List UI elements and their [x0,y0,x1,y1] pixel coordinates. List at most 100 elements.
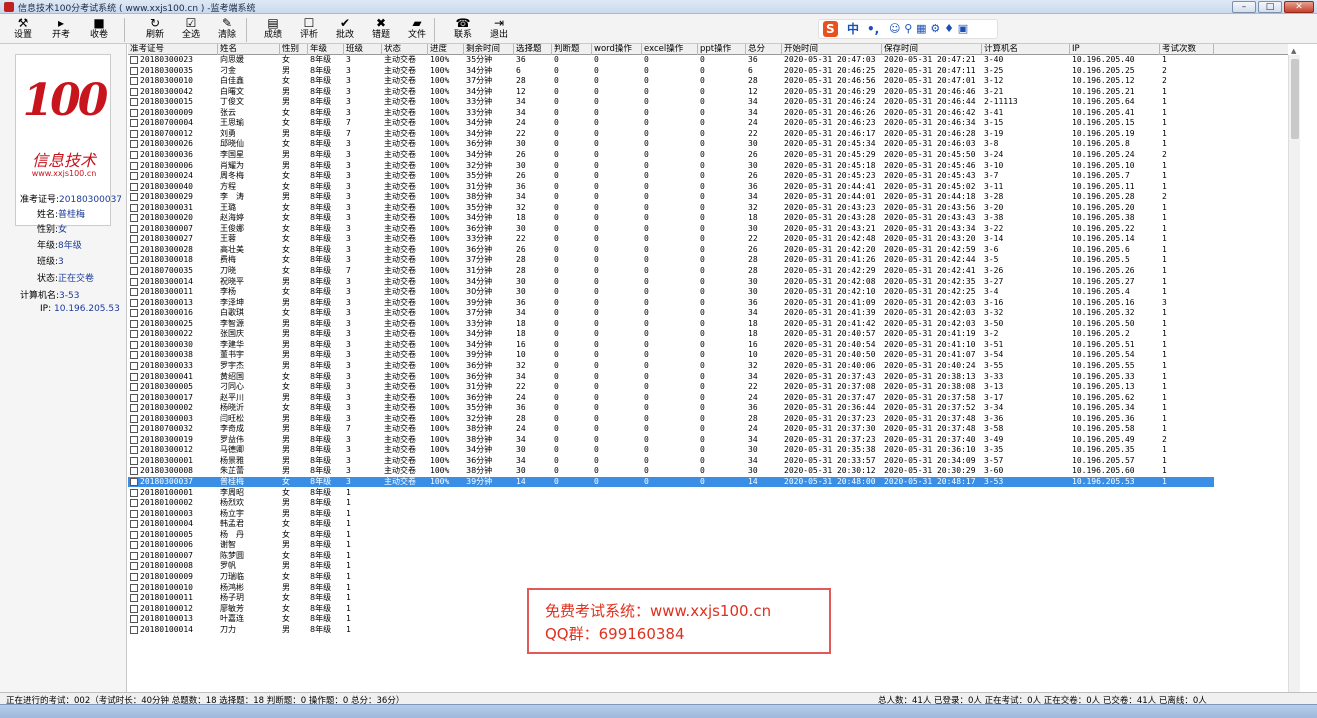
row-checkbox[interactable] [130,530,138,539]
table-row[interactable]: 20180700032 李奇成 男 8年级 7 主动交卷 100% 38分钟 24 0 0 0 0 24 2… [128,424,1214,434]
column-header[interactable]: 开始时间 [782,44,882,55]
wrong-questions-button[interactable]: ✖ 错题 [362,16,400,44]
row-checkbox[interactable] [130,572,138,581]
row-checkbox[interactable] [130,56,138,64]
ime-tool-icons[interactable]: ☺ ⚲ ▦ ⚙ ♦ ▣ [889,21,968,37]
column-header[interactable]: 进度 [428,44,464,55]
table-row[interactable]: 20180100005 杨 丹 女 8年级 1 [128,530,1214,540]
row-checkbox[interactable] [130,509,138,518]
row-checkbox[interactable] [130,267,138,275]
table-row[interactable]: 20180300040 方程 女 8年级 3 主动交卷 100% 31分钟 36 0 0 0 0 36 20… [128,182,1214,192]
row-checkbox[interactable] [130,140,138,149]
table-row[interactable]: 20180300038 董书宇 男 8年级 3 主动交卷 100% 39分钟 10 0 0 0 0 10 2… [128,350,1214,360]
table-row[interactable]: 20180300020 赵海婷 女 8年级 3 主动交卷 100% 34分钟 18 0 0 0 0 18 2… [128,213,1214,223]
row-checkbox[interactable] [130,456,138,465]
column-header[interactable]: 判断题 [552,44,592,55]
row-checkbox[interactable] [130,319,138,328]
column-header[interactable]: IP [1070,44,1160,55]
column-header[interactable]: excel操作 [642,44,698,55]
row-checkbox[interactable] [130,66,138,75]
table-row[interactable]: 20180300008 朱芷蕾 男 8年级 3 主动交卷 100% 38分钟 30 0 0 0 0 30 2… [128,466,1214,476]
row-checkbox[interactable] [130,446,138,455]
table-row[interactable]: 20180100009 刀瑞临 女 8年级 1 [128,572,1214,582]
table-row[interactable]: 20180300010 白佳鑫 女 8年级 3 主动交卷 100% 37分钟 28 0 0 0 0 28 2… [128,76,1214,86]
table-row[interactable]: 20180300005 刁同心 女 8年级 3 主动交卷 100% 31分钟 22 0 0 0 0 22 2… [128,382,1214,392]
analysis-button[interactable]: ☐ 评析 [290,16,328,44]
column-header[interactable]: 选择题 [514,44,552,55]
row-checkbox[interactable] [130,414,138,423]
row-checkbox[interactable] [130,108,138,117]
row-checkbox[interactable] [130,98,138,107]
minimize-button[interactable]: – [1232,1,1256,13]
row-checkbox[interactable] [130,161,138,170]
row-checkbox[interactable] [130,119,138,128]
table-row[interactable]: 20180300019 罗益伟 男 8年级 3 主动交卷 100% 38分钟 34 0 0 0 0 34 2… [128,435,1214,445]
row-checkbox[interactable] [130,309,138,318]
column-header[interactable]: 性别 [280,44,308,55]
row-checkbox[interactable] [130,277,138,286]
table-row[interactable]: 20180300028 高壮美 女 8年级 3 主动交卷 100% 36分钟 26 0 0 0 0 26 2… [128,245,1214,255]
column-header[interactable]: 计算机名 [982,44,1070,55]
row-checkbox[interactable] [130,478,138,486]
row-checkbox[interactable] [130,224,138,233]
close-button[interactable]: ✕ [1284,1,1314,13]
row-checkbox[interactable] [130,615,138,624]
row-checkbox[interactable] [130,551,138,560]
table-row[interactable]: 20180300036 李国星 男 8年级 3 主动交卷 100% 34分钟 26 0 0 0 0 26 2… [128,150,1214,160]
table-row[interactable]: 20180100003 杨立宇 男 8年级 1 [128,509,1214,519]
ime-brand-icon[interactable]: S [823,21,838,37]
column-header[interactable]: 保存时间 [882,44,982,55]
maximize-button[interactable]: □ [1258,1,1282,13]
scroll-up-icon[interactable]: ▲ [1291,47,1296,55]
row-checkbox[interactable] [130,351,138,360]
column-header[interactable]: 状态 [382,44,428,55]
row-checkbox[interactable] [130,425,138,434]
row-checkbox[interactable] [130,150,138,159]
column-header[interactable]: ppt操作 [698,44,746,55]
column-header[interactable]: 准考证号 [128,44,218,55]
row-checkbox[interactable] [130,467,138,476]
row-checkbox[interactable] [130,393,138,402]
ime-punct[interactable]: •, [867,21,879,37]
row-checkbox[interactable] [130,193,138,202]
table-row[interactable]: 20180700012 刘勇 男 8年级 7 主动交卷 100% 34分钟 22 0 0 0 0 22 20… [128,129,1214,139]
row-checkbox[interactable] [130,298,138,307]
row-checkbox[interactable] [130,604,138,613]
table-row[interactable]: 20180100002 杨烈欢 男 8年级 1 [128,498,1214,508]
table-row[interactable]: 20180300007 王俊娜 女 8年级 3 主动交卷 100% 36分钟 30 0 0 0 0 30 2… [128,224,1214,234]
row-checkbox[interactable] [130,499,138,508]
row-checkbox[interactable] [130,182,138,191]
row-checkbox[interactable] [130,541,138,550]
table-row[interactable]: 20180300009 张云 女 8年级 3 主动交卷 100% 33分钟 34 0 0 0 0 34 20… [128,108,1214,118]
files-button[interactable]: ▰ 文件 [398,16,436,44]
row-checkbox[interactable] [130,172,138,181]
clear-button[interactable]: ✎ 清除 [208,16,246,44]
table-row[interactable]: 20180300011 李杨 女 8年级 3 主动交卷 100% 30分钟 30 0 0 0 0 30 20… [128,287,1214,297]
row-checkbox[interactable] [130,129,138,138]
table-row[interactable]: 20180300001 杨景雅 男 8年级 3 主动交卷 100% 36分钟 34 0 0 0 0 34 2… [128,456,1214,466]
row-checkbox[interactable] [130,361,138,370]
row-checkbox[interactable] [130,214,138,223]
row-checkbox[interactable] [130,87,138,96]
table-row[interactable]: 20180300012 马德卿 男 8年级 3 主动交卷 100% 34分钟 30 0 0 0 0 30 2… [128,445,1214,455]
table-row[interactable]: 20180300018 费梅 女 8年级 3 主动交卷 100% 37分钟 28 0 0 0 0 28 20… [128,255,1214,265]
row-checkbox[interactable] [130,404,138,413]
table-row[interactable]: 20180300035 刁金 男 8年级 3 主动交卷 100% 34分钟 6 0 0 0 0 6 2020… [128,66,1214,76]
table-row[interactable]: 20180300025 李智源 男 8年级 3 主动交卷 100% 33分钟 18 0 0 0 0 18 2… [128,319,1214,329]
column-header[interactable]: word操作 [592,44,642,55]
settings-button[interactable]: ⚒ 设置 [4,16,42,44]
column-header[interactable]: 考试次数 [1160,44,1214,55]
start-exam-button[interactable]: ▸ 开考 [42,16,80,44]
table-row[interactable]: 20180700004 王思瑜 女 8年级 7 主动交卷 100% 34分钟 24 0 0 0 0 24 2… [128,118,1214,128]
table-row[interactable]: 20180300024 周冬梅 女 8年级 3 主动交卷 100% 35分钟 26 0 0 0 0 26 2… [128,171,1214,181]
table-row[interactable]: 20180300026 邱晓仙 女 8年级 3 主动交卷 100% 36分钟 30 0 0 0 0 30 2… [128,139,1214,149]
refresh-button[interactable]: ↻ 刷新 [136,16,174,44]
table-row[interactable]: 20180300030 李建华 男 8年级 3 主动交卷 100% 34分钟 16 0 0 0 0 16 2… [128,340,1214,350]
row-checkbox[interactable] [130,583,138,592]
table-row[interactable]: 20180300029 李 涛 男 8年级 3 主动交卷 100% 38分钟 34 0 0 0 0 34 2… [128,192,1214,202]
row-checkbox[interactable] [130,562,138,571]
row-checkbox[interactable] [130,383,138,392]
table-row[interactable]: 20180300017 赵平川 男 8年级 3 主动交卷 100% 36分钟 24 0 0 0 0 24 2… [128,393,1214,403]
table-row[interactable]: 20180300037 普桂梅 女 8年级 3 主动交卷 100% 39分钟 14 0 0 0 0 14 2… [128,477,1214,487]
column-header[interactable]: 班级 [344,44,382,55]
